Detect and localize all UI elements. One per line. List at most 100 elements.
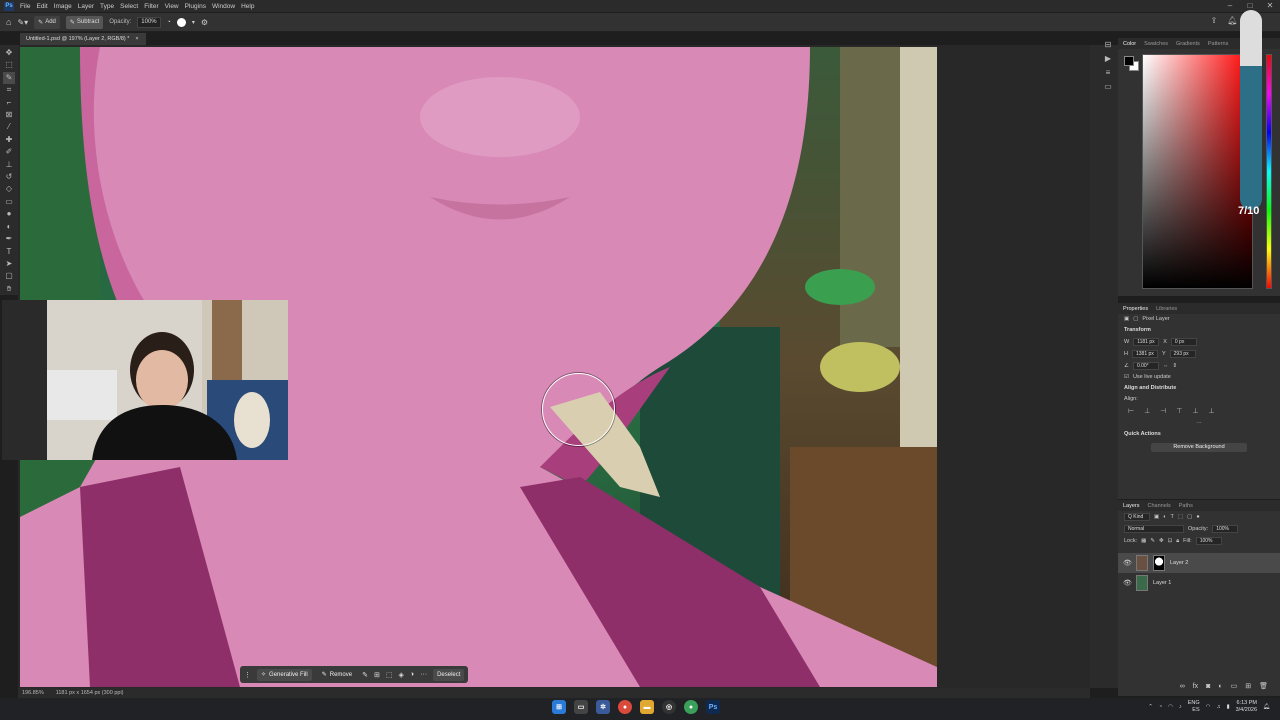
crop-icon[interactable]: ⌐ (3, 97, 15, 109)
windows-start-icon[interactable]: ⊞ (552, 700, 566, 714)
filter-smart-icon[interactable]: ▢ (1187, 514, 1192, 520)
marquee-icon[interactable]: ⬚ (3, 59, 15, 71)
modify-selection-icon[interactable]: ✎ (362, 671, 368, 679)
fill-field[interactable]: 100% (1195, 537, 1222, 545)
subtract-button[interactable]: ✎ Subtract (65, 15, 104, 29)
frame-icon[interactable]: ⊠ (3, 109, 15, 121)
file-explorer-icon[interactable]: ▬ (640, 700, 654, 714)
davinci-icon[interactable]: ◎ (662, 700, 676, 714)
menu-help[interactable]: Help (241, 3, 254, 10)
history-icon[interactable]: ⊟ (1105, 40, 1112, 49)
close-icon[interactable]: ✕ (1260, 0, 1280, 12)
link-layers-icon[interactable]: ∞ (1180, 683, 1185, 690)
filter-shape-icon[interactable]: ⬚ (1178, 514, 1183, 520)
minimize-icon[interactable]: – (1220, 0, 1240, 12)
drag-handle-icon[interactable]: ⋮ (244, 671, 251, 679)
task-view-icon[interactable]: ▭ (574, 700, 588, 714)
chevron-down-icon[interactable]: ▾ (192, 19, 195, 26)
filter-adjust-icon[interactable]: ◐ (1163, 514, 1166, 520)
gradient-icon[interactable]: ▭ (3, 196, 15, 208)
tab-properties[interactable]: Properties (1123, 306, 1148, 312)
lock-pixels-icon[interactable]: ✎ (1150, 538, 1155, 544)
wifi-status-icon[interactable]: ◠ (1206, 704, 1211, 710)
layer-row-layer-2[interactable]: 👁︎ Layer 2 (1118, 553, 1280, 573)
comments-icon[interactable]: ▭ (1104, 82, 1112, 91)
select-mask-icon[interactable]: ⊞ (374, 671, 380, 679)
shape-icon[interactable]: ▢ (3, 270, 15, 282)
menu-view[interactable]: View (165, 3, 179, 10)
menu-file[interactable]: File (20, 3, 30, 10)
width-field[interactable]: 1181 px (1133, 338, 1160, 346)
add-mask-icon[interactable]: ◙ (1206, 683, 1210, 690)
foreground-color-swatch[interactable] (1124, 56, 1134, 66)
more-options-icon[interactable]: ··· (420, 671, 427, 678)
tab-color[interactable]: Color (1123, 41, 1136, 47)
notifications-icon[interactable]: 🔔︎ (1227, 16, 1237, 26)
generative-fill-button[interactable]: ✧ Generative Fill (257, 668, 312, 681)
new-layer-icon[interactable]: ⊞ (1245, 682, 1251, 690)
type-icon[interactable]: T (3, 246, 15, 258)
remove-button[interactable]: ✎ Remove (318, 669, 356, 681)
deselect-button[interactable]: Deselect (433, 668, 465, 681)
menu-plugins[interactable]: Plugins (185, 3, 206, 10)
align-center-icon[interactable]: ⊥ (1144, 407, 1150, 415)
history-brush-icon[interactable]: ↺ (3, 171, 15, 183)
layer-mask-thumbnail[interactable] (1153, 555, 1165, 571)
layer-opacity-field[interactable]: 100% (1212, 525, 1239, 533)
menu-type[interactable]: Type (100, 3, 114, 10)
flip-horizontal-icon[interactable]: ⇔ (1163, 363, 1169, 369)
healing-icon[interactable]: ✚ (3, 134, 15, 146)
filter-toggle-icon[interactable]: ● (1196, 514, 1199, 520)
share-icon[interactable]: ⇪ (1211, 16, 1218, 26)
brush-size-icon[interactable] (176, 17, 186, 27)
tool-preset-icon[interactable]: ✎▾ (17, 18, 28, 27)
tab-patterns[interactable]: Patterns (1208, 41, 1228, 47)
eyedropper-icon[interactable]: ⁄ (3, 121, 15, 133)
menu-edit[interactable]: Edit (36, 3, 47, 10)
notification-bell-icon[interactable]: 🔔︎ (1263, 704, 1270, 710)
align-more[interactable]: ··· (1118, 418, 1280, 428)
remove-background-button[interactable]: Remove Background (1151, 443, 1247, 452)
adjustment-icon[interactable]: ◑ (410, 671, 414, 678)
tab-gradients[interactable]: Gradients (1176, 41, 1200, 47)
path-select-icon[interactable]: ➤ (3, 258, 15, 270)
layer-name[interactable]: Layer 1 (1153, 580, 1171, 586)
layer-row-layer-1[interactable]: 👁︎ Layer 1 (1118, 573, 1280, 593)
brush-icon[interactable]: ✐ (3, 146, 15, 158)
menu-filter[interactable]: Filter (144, 3, 158, 10)
menu-image[interactable]: Image (54, 3, 72, 10)
align-top-icon[interactable]: ⊤ (1176, 407, 1182, 415)
settings-gear-icon[interactable]: ⚙ (201, 18, 208, 27)
object-select-icon[interactable]: ⌗ (3, 84, 15, 96)
filter-type-icon[interactable]: T (1171, 514, 1174, 520)
mic-icon[interactable]: ♪ (1179, 704, 1182, 710)
volume-icon[interactable]: ♫ (1216, 704, 1220, 710)
eraser-icon[interactable]: ◇ (3, 183, 15, 195)
align-middle-icon[interactable]: ⊥ (1192, 407, 1198, 415)
blur-icon[interactable]: ● (3, 208, 15, 220)
height-field[interactable]: 1381 px (1131, 350, 1158, 358)
mask-icon[interactable]: ▢ (1133, 316, 1138, 322)
lock-all-icon[interactable]: 🔒︎ (1176, 538, 1179, 545)
menu-select[interactable]: Select (120, 3, 138, 10)
actions-icon[interactable]: ▶ (1105, 54, 1111, 63)
dodge-icon[interactable]: ◐ (3, 221, 15, 233)
photoshop-icon[interactable]: Ps (706, 700, 720, 714)
clock[interactable]: 6:13 PM 3/4/2026 (1236, 700, 1257, 714)
new-adjustment-icon[interactable]: ◐ (1218, 683, 1222, 690)
network-icon[interactable]: ◔ (1159, 704, 1162, 710)
hand-icon[interactable]: ✋︎ (3, 283, 15, 295)
tab-paths[interactable]: Paths (1179, 503, 1193, 509)
opacity-field[interactable]: 100% (137, 16, 161, 28)
language-indicator[interactable]: ENG ES (1188, 700, 1200, 714)
move-icon[interactable]: ✥ (3, 47, 15, 59)
hue-slider[interactable] (1266, 54, 1272, 289)
color-picker-field[interactable] (1142, 54, 1253, 289)
pen-icon[interactable]: ✒ (3, 233, 15, 245)
fill-icon[interactable]: ◈ (398, 671, 403, 679)
menu-window[interactable]: Window (212, 3, 235, 10)
document-tab[interactable]: Untitled-1.psd @ 197% (Layer 2, RGB/8) *… (20, 33, 146, 45)
flip-vertical-icon[interactable]: ⇕ (1172, 363, 1177, 369)
layer-style-icon[interactable]: fx (1193, 683, 1198, 690)
tab-channels[interactable]: Channels (1148, 503, 1171, 509)
